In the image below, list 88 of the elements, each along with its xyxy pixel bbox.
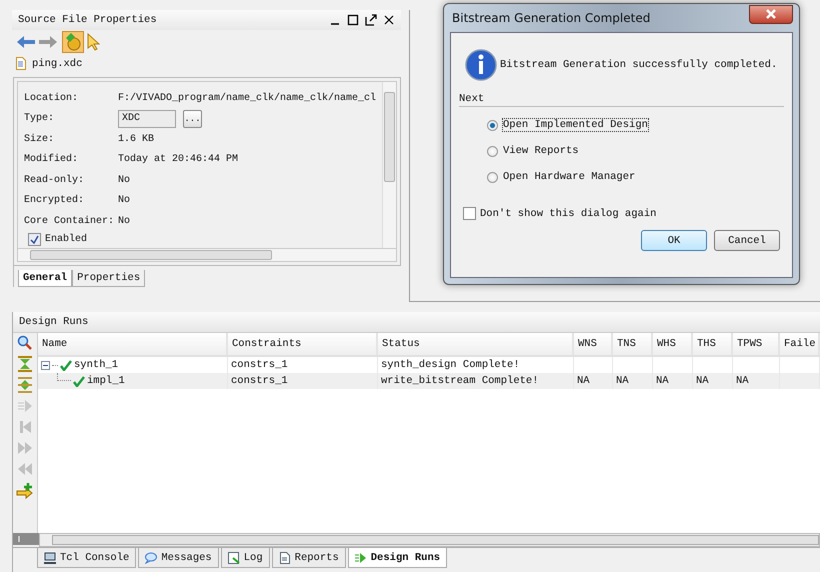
dialog-button[interactable]: OK (641, 230, 707, 251)
table-cell: NA (613, 373, 653, 389)
horizontal-scrollbar[interactable] (17, 248, 397, 262)
run-name[interactable]: synth_1 (74, 359, 118, 371)
column-header[interactable]: Status (378, 333, 574, 355)
panel-title: Design Runs (19, 316, 88, 328)
type-field[interactable]: XDC (118, 110, 176, 128)
enabled-checkbox[interactable] (28, 233, 41, 246)
file-name: ping.xdc (32, 58, 82, 70)
check-icon (73, 376, 85, 386)
field-label: Location: (24, 92, 80, 104)
back-arrow-icon[interactable] (16, 34, 36, 50)
close-icon (765, 9, 777, 19)
column-header[interactable]: Faile (780, 333, 820, 355)
search-icon[interactable] (17, 335, 33, 351)
checkbox[interactable] (463, 207, 476, 220)
field-value: No (118, 174, 130, 186)
speech-bubble-icon (145, 552, 158, 564)
collapse-all-icon[interactable] (17, 356, 33, 372)
dialog-message: Bitstream Generation successfully completed. (500, 59, 778, 71)
gear-icon[interactable] (62, 31, 84, 53)
table-cell: NA (693, 373, 733, 389)
column-header[interactable]: TPWS (733, 333, 780, 355)
panel-title: Source File Properties (18, 14, 157, 26)
close-button[interactable] (749, 4, 793, 24)
field-value: No (118, 216, 130, 227)
rewind-icon[interactable] (17, 461, 33, 477)
radio-button[interactable] (487, 172, 498, 182)
checkbox-label[interactable]: Don't show this dialog again (480, 208, 656, 220)
field-label: Type: (24, 113, 56, 124)
log-icon (228, 552, 240, 564)
forward-arrow-icon[interactable] (38, 34, 58, 50)
bottom-tab[interactable]: Messages (138, 548, 219, 568)
table-cell: NA (733, 373, 780, 389)
column-header[interactable]: Constraints (228, 333, 378, 355)
column-header[interactable]: THS (693, 333, 733, 355)
vertical-scrollbar[interactable] (382, 82, 396, 248)
document-icon (278, 552, 291, 564)
add-run-icon[interactable] (16, 482, 34, 500)
table-cell: write_bitstream Complete! (378, 373, 574, 389)
pointer-icon[interactable] (86, 33, 100, 51)
field-label: Read-only: (24, 174, 86, 186)
info-icon (465, 49, 497, 81)
horizontal-scrollbar[interactable] (39, 533, 820, 547)
table-cell: constrs_1 (228, 373, 378, 389)
float-icon[interactable] (365, 14, 377, 26)
panel-tab[interactable]: General (18, 270, 72, 287)
expand-all-icon[interactable] (17, 377, 33, 393)
skip-to-start-icon[interactable] (17, 419, 33, 435)
field-value: F:/VIVADO_program/name_clk/name_clk/name_cl (118, 92, 376, 104)
fast-forward-icon[interactable] (17, 440, 33, 456)
option-label[interactable]: Open Implemented Design (503, 119, 648, 131)
table-cell: NA (653, 373, 693, 389)
check-icon (60, 360, 72, 370)
run-name[interactable]: impl_1 (87, 375, 125, 387)
option-label[interactable]: View Reports (503, 145, 579, 157)
column-header[interactable]: Name (38, 333, 228, 355)
column-header[interactable]: TNS (613, 333, 653, 355)
browse-button[interactable]: ... (183, 110, 202, 128)
run-arrow-icon (354, 552, 367, 564)
bottom-tab[interactable]: Reports (272, 548, 346, 568)
console-icon (44, 552, 56, 564)
field-label: Modified: (24, 154, 80, 166)
bottom-tab[interactable]: Log (220, 548, 270, 568)
column-header[interactable]: WNS (574, 333, 613, 355)
bottom-tab[interactable]: Design Runs (348, 548, 448, 568)
dialog-title: Bitstream Generation Completed (452, 11, 650, 25)
option-label[interactable]: Open Hardware Manager (503, 171, 636, 183)
section-label: Next (459, 93, 484, 105)
panel-tab[interactable]: Properties (72, 270, 146, 287)
file-icon (16, 57, 26, 70)
maximize-icon[interactable] (347, 14, 359, 26)
field-label: Encrypted: (24, 195, 86, 206)
table-cell: NA (574, 373, 613, 389)
enabled-label: Enabled (45, 234, 88, 245)
dialog-button[interactable]: Cancel (714, 230, 780, 251)
field-label: Core Container: (24, 216, 116, 227)
field-value: No (118, 195, 130, 206)
radio-button[interactable] (487, 120, 498, 130)
bottom-tab[interactable]: Tcl Console (37, 548, 136, 568)
field-value: 1.6 KB (118, 134, 154, 145)
collapse-toggle[interactable] (41, 360, 50, 370)
radio-button[interactable] (487, 146, 498, 156)
field-value: Today at 20:46:44 PM (118, 154, 238, 166)
close-icon[interactable] (383, 14, 395, 26)
column-header[interactable]: WHS (653, 333, 693, 355)
field-label: Size: (24, 134, 56, 145)
grip-icon[interactable] (13, 533, 39, 545)
